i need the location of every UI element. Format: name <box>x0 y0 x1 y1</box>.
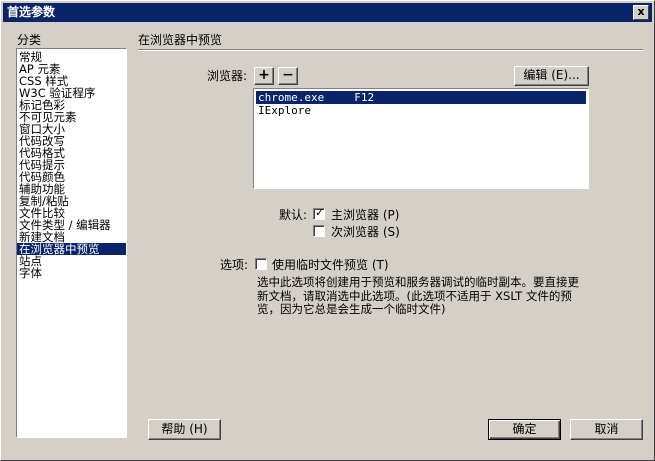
description-line: 选中此选项将创建用于预览和服务器调试的临时副本。要直接更 <box>257 275 579 289</box>
primary-browser-label[interactable]: 主浏览器 (P) <box>331 208 399 222</box>
help-button[interactable]: 帮助 (H) <box>148 419 221 440</box>
options-label: 选项: <box>220 258 249 272</box>
primary-browser-checkbox[interactable]: ✓ <box>313 206 325 220</box>
browser-row[interactable]: IExplore <box>256 104 586 117</box>
temp-file-label[interactable]: 使用临时文件预览 (T) <box>272 258 389 272</box>
add-browser-button[interactable]: + <box>254 67 274 85</box>
close-icon: x <box>637 5 645 18</box>
window-title: 首选参数 <box>7 5 56 19</box>
remove-browser-button[interactable]: − <box>278 67 298 85</box>
edit-browser-button[interactable]: 编辑 (E)... <box>514 66 589 86</box>
temp-file-checkbox[interactable] <box>255 258 267 270</box>
secondary-browser-checkbox[interactable] <box>313 225 325 237</box>
category-heading: 分类 <box>17 33 42 47</box>
browser-shortcut: F12 <box>354 91 375 104</box>
description-line: 览，因为它总是会生成一个临时文件) <box>257 302 446 316</box>
title-bar[interactable]: 首选参数 x <box>3 3 652 22</box>
secondary-browser-label[interactable]: 次浏览器 (S) <box>331 225 400 239</box>
section-title: 在浏览器中预览 <box>138 33 223 47</box>
description-line: 新文档，请取消选中此选项。(此选项不适用于 XSLT 文件的预 <box>257 288 572 303</box>
ok-button[interactable]: 确定 <box>488 419 561 440</box>
browser-name: chrome.exe <box>258 91 325 104</box>
section-divider <box>138 49 643 51</box>
default-label: 默认: <box>279 208 308 222</box>
close-button[interactable]: x <box>633 5 649 20</box>
preferences-dialog: 首选参数 x 分类 常规 AP 元素 CSS 样式 W3C 验证程序 标记色彩 不可见元素… <box>0 0 655 461</box>
browser-name: IExplore <box>258 104 311 117</box>
category-item[interactable]: 字体 <box>17 267 126 279</box>
browsers-label: 浏览器: <box>207 69 248 83</box>
category-list[interactable]: 常规 AP 元素 CSS 样式 W3C 验证程序 标记色彩 不可见元素 窗口大小 代码改写 代码… <box>16 48 127 438</box>
browser-list[interactable]: chrome.exe F12 IExplore <box>253 88 589 189</box>
checkmark-icon: ✓ <box>315 206 325 219</box>
temp-file-description: 选中此选项将创建用于预览和服务器调试的临时副本。要直接更 新文档，请取消选中此选… <box>257 275 597 317</box>
browser-row[interactable]: chrome.exe F12 <box>256 91 586 104</box>
cancel-button[interactable]: 取消 <box>570 419 643 440</box>
